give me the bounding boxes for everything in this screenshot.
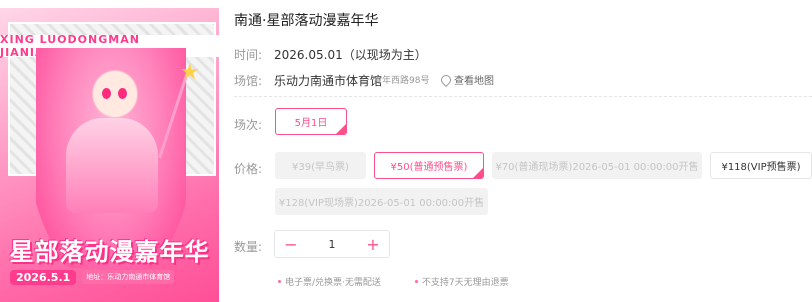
poster-character-face (92, 70, 138, 118)
price-option-label: ¥70(普通现场票)2026-05-01 00:00:00开售 (495, 162, 699, 173)
price-option-regular-presale[interactable]: ¥50(普通预售票) (374, 152, 484, 179)
price-option-vip-presale[interactable]: ¥118(VIP预售票) (710, 152, 812, 179)
poster-location-tag: 地址：乐动力南通市体育馆 (82, 270, 175, 284)
poster-character-dress (66, 118, 158, 213)
note-item: 不支持7天无理由退票 (414, 275, 509, 288)
session-label: 场次: (234, 118, 263, 132)
event-title: 南通·星部落动漫嘉年华 (234, 13, 379, 29)
poster-date-tag: 2026.5.1 (10, 269, 77, 285)
quantity-stepper: − 1 + (274, 230, 390, 258)
venue-label: 场馆: (234, 74, 263, 88)
purchase-notes: 电子票/兑换票·无需配送 不支持7天无理由退票 (278, 275, 509, 288)
poster-character-eye (118, 88, 127, 99)
divider (234, 96, 812, 97)
price-option-label: ¥39(早鸟票) (292, 162, 349, 173)
price-option-regular-onsite[interactable]: ¥70(普通现场票)2026-05-01 00:00:00开售 (492, 152, 702, 179)
price-option-early-bird[interactable]: ¥39(早鸟票) (275, 152, 366, 179)
price-option-vip-onsite[interactable]: ¥128(VIP现场票)2026-05-01 00:00:00开售 (275, 188, 488, 215)
plus-button[interactable]: + (357, 231, 389, 257)
time-label: 时间: (234, 48, 263, 62)
time-value: 2026.05.01（以现场为主） (274, 48, 427, 62)
quantity-value[interactable]: 1 (307, 238, 357, 251)
price-option-label: ¥50(普通预售票) (390, 162, 468, 173)
price-label: 价格: (234, 162, 263, 176)
quantity-label: 数量: (234, 240, 263, 254)
star-icon: ★ (180, 60, 200, 85)
price-option-label: ¥118(VIP预售票) (721, 162, 801, 173)
venue-name: 乐动力南通市体育馆 (274, 74, 383, 88)
note-text: 电子票/兑换票·无需配送 (285, 278, 381, 288)
session-option[interactable]: 5月1日 (275, 108, 347, 135)
note-text: 不支持7天无理由退票 (421, 278, 509, 288)
price-option-label: ¥128(VIP现场票)2026-05-01 00:00:00开售 (278, 198, 485, 209)
bullet-dot-icon (414, 280, 418, 283)
event-poster: XING LUODONGMAN JIANIANHUA ★ 星部落动漫嘉年华 20… (0, 8, 219, 302)
map-pin-icon (438, 72, 454, 87)
note-item: 电子票/兑换票·无需配送 (278, 275, 381, 288)
bullet-dot-icon (278, 280, 281, 283)
view-map-label: 查看地图 (454, 76, 494, 87)
event-info-panel: 南通·星部落动漫嘉年华 时间: 2026.05.01（以现场为主） 场馆: 乐动… (234, 0, 812, 302)
poster-character-eye (102, 88, 111, 99)
venue-address: 青年西路98号 (373, 76, 430, 86)
poster-title: 星部落动漫嘉年华 (9, 238, 210, 266)
session-option-label: 5月1日 (294, 118, 328, 129)
poster-bottom-bar: 2026.5.1 地址：乐动力南通市体育馆 (10, 268, 175, 286)
view-map-link[interactable]: 查看地图 (438, 72, 494, 87)
minus-button[interactable]: − (275, 231, 307, 257)
